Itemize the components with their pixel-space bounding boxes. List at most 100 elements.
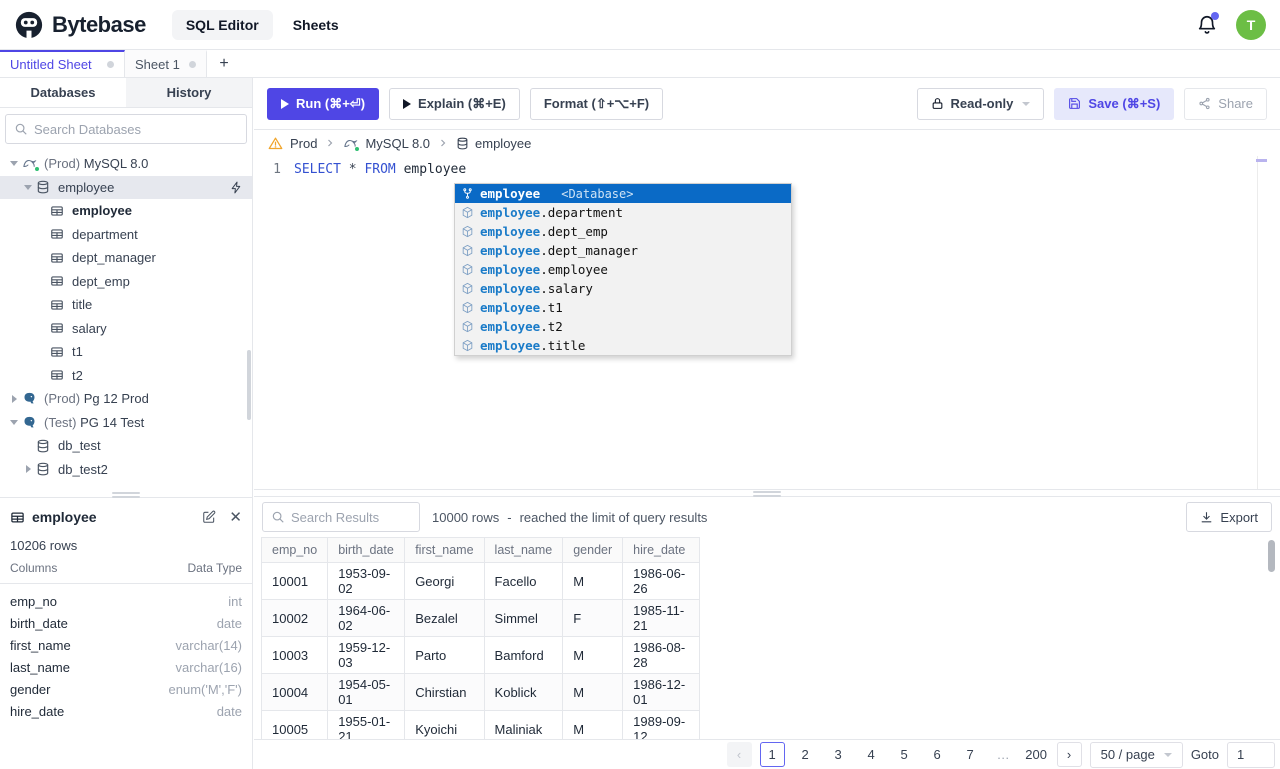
brand[interactable]: Bytebase <box>14 10 146 40</box>
tree-item-mysql-8-0[interactable]: (Prod) MySQL 8.0 <box>0 152 252 176</box>
share-button[interactable]: Share <box>1184 87 1267 120</box>
table-icon <box>50 345 67 359</box>
tree-item-db-test[interactable]: db_test <box>0 434 252 458</box>
suggest-label: employee.t2 <box>480 319 563 334</box>
edit-table-icon[interactable] <box>202 510 216 524</box>
table-symbol-icon <box>459 244 475 257</box>
tab-sheet-1[interactable]: Sheet 1 <box>125 50 207 77</box>
suggest-item-employee-employee[interactable]: employee.employee <box>455 260 791 279</box>
editor-results-splitter[interactable] <box>254 489 1280 497</box>
breadcrumb-environment[interactable]: Prod <box>290 136 317 151</box>
suggest-item-employee-t2[interactable]: employee.t2 <box>455 317 791 336</box>
tree-item-t1[interactable]: t1 <box>0 340 252 364</box>
column-header-birth-date[interactable]: birth_date <box>327 537 406 563</box>
export-button[interactable]: Export <box>1186 502 1272 532</box>
column-header-gender[interactable]: gender <box>562 537 624 563</box>
suggest-item-employee-dept-emp[interactable]: employee.dept_emp <box>455 222 791 241</box>
tree-item-salary[interactable]: salary <box>0 317 252 341</box>
sql-star: * <box>348 162 357 177</box>
page-button-200[interactable]: 200 <box>1024 742 1049 767</box>
save-button[interactable]: Save (⌘+S) <box>1054 87 1175 120</box>
add-sheet-button[interactable]: + <box>207 50 241 77</box>
chevron-right-icon <box>437 137 449 149</box>
page-button-4[interactable]: 4 <box>859 742 884 767</box>
format-button[interactable]: Format (⇧+⌥+F) <box>529 87 664 120</box>
tree-item-title[interactable]: title <box>0 293 252 317</box>
tree-item-db-test2[interactable]: db_test2 <box>0 458 252 482</box>
column-header-emp-no[interactable]: emp_no <box>260 537 329 563</box>
column-header-last-name[interactable]: last_name <box>483 537 564 563</box>
tree-item-employee[interactable]: employee <box>0 199 252 223</box>
run-button[interactable]: Run (⌘+⏎) <box>267 87 380 120</box>
tree-item-department[interactable]: department <box>0 223 252 247</box>
page-button-2[interactable]: 2 <box>793 742 818 767</box>
tab-untitled-sheet[interactable]: Untitled Sheet <box>0 50 125 77</box>
suggest-item-employee-salary[interactable]: employee.salary <box>455 279 791 298</box>
page-button-1[interactable]: 1 <box>759 742 785 767</box>
suggest-item-employee-department[interactable]: employee.department <box>455 203 791 222</box>
results-search-input[interactable] <box>291 509 411 525</box>
nav-sheets[interactable]: Sheets <box>293 17 339 33</box>
explain-button[interactable]: Explain (⌘+E) <box>389 87 520 120</box>
table-cell: M <box>562 562 624 600</box>
table-row[interactable]: 10005 1955-01-21 Kyoichi Maliniak M 1989-09-1… <box>260 710 701 739</box>
table-row[interactable]: 10003 1959-12-03 Parto Bamford M 1986-08-28 <box>260 636 701 674</box>
readonly-mode-button[interactable]: Read-only <box>916 87 1045 120</box>
tree-item-label: db_test <box>58 438 101 454</box>
sql-editor-app: Bytebase SQL Editor Sheets T Untitled Sh… <box>0 0 1280 769</box>
tree-item-dept-emp[interactable]: dept_emp <box>0 270 252 294</box>
caret-down-icon[interactable] <box>6 419 22 425</box>
scrollbar-thumb[interactable] <box>247 350 251 420</box>
notification-bell-icon[interactable] <box>1196 11 1219 36</box>
panel-resize-handle[interactable] <box>112 492 140 498</box>
column-header-hire-date[interactable]: hire_date <box>622 537 701 563</box>
caret-right-icon[interactable] <box>20 465 36 474</box>
database-tree: (Prod) MySQL 8.0 employee employee departme… <box>0 150 252 497</box>
tree-item-pg-14-test[interactable]: (Test) PG 14 Test <box>0 411 252 435</box>
page-button-5[interactable]: 5 <box>892 742 917 767</box>
goto-page-input[interactable] <box>1227 741 1275 768</box>
column-header-first-name[interactable]: first_name <box>404 537 485 563</box>
suggest-item-employee-title[interactable]: employee.title <box>455 336 791 355</box>
table-row[interactable]: 10002 1964-06-02 Bezalel Simmel F 1985-11-21 <box>260 599 701 637</box>
tab-dirty-dot[interactable] <box>189 61 196 68</box>
caret-right-icon[interactable] <box>6 394 22 403</box>
tab-databases[interactable]: Databases <box>0 78 126 107</box>
suggest-item-employee-t1[interactable]: employee.t1 <box>455 298 791 317</box>
column-type: enum('M','F') <box>168 681 243 697</box>
prev-page-button[interactable]: ‹ <box>726 742 752 767</box>
page-button-7[interactable]: 7 <box>958 742 983 767</box>
close-icon[interactable]: ✕ <box>229 510 242 525</box>
page-size-select[interactable]: 50 / page <box>1089 741 1183 768</box>
caret-down-icon[interactable] <box>20 184 36 190</box>
play-icon <box>281 98 289 109</box>
database-search-input[interactable] <box>34 121 238 137</box>
sql-editor[interactable]: 1 SELECT * FROM employee employee <Databa… <box>254 156 1280 489</box>
table-row[interactable]: 10004 1954-05-01 Chirstian Koblick M 1986-12-… <box>260 673 701 711</box>
notification-badge <box>1211 11 1219 20</box>
table-cell: Kyoichi <box>404 710 485 739</box>
save-icon <box>1068 97 1081 110</box>
suggest-item-employee-dept-manager[interactable]: employee.dept_manager <box>455 241 791 260</box>
tree-item-dept-manager[interactable]: dept_manager <box>0 246 252 270</box>
breadcrumb-instance[interactable]: MySQL 8.0 <box>343 136 430 152</box>
avatar[interactable]: T <box>1236 9 1266 40</box>
tree-item-t2[interactable]: t2 <box>0 364 252 388</box>
tree-item-pg-12-prod[interactable]: (Prod) Pg 12 Prod <box>0 387 252 411</box>
table-cell: 10003 <box>260 636 329 674</box>
connect-zap-icon[interactable] <box>230 181 243 194</box>
tab-history[interactable]: History <box>126 78 252 107</box>
caret-down-icon[interactable] <box>6 161 22 167</box>
table-cell: M <box>562 636 624 674</box>
nav-sql-editor[interactable]: SQL Editor <box>171 9 273 40</box>
tree-item-employee[interactable]: employee <box>0 175 252 199</box>
tab-dirty-dot[interactable] <box>107 61 114 68</box>
sheet-tab-bar: Untitled Sheet Sheet 1 + <box>0 50 1280 78</box>
suggest-item-employee-selected[interactable]: employee <Database> <box>455 184 791 203</box>
table-row[interactable]: 10001 1953-09-02 Georgi Facello M 1986-06-26 <box>260 562 701 600</box>
page-button-3[interactable]: 3 <box>826 742 851 767</box>
next-page-button[interactable]: › <box>1056 742 1082 767</box>
scrollbar-thumb[interactable] <box>1268 540 1275 572</box>
breadcrumb-database[interactable]: employee <box>456 136 531 151</box>
page-button-6[interactable]: 6 <box>925 742 950 767</box>
